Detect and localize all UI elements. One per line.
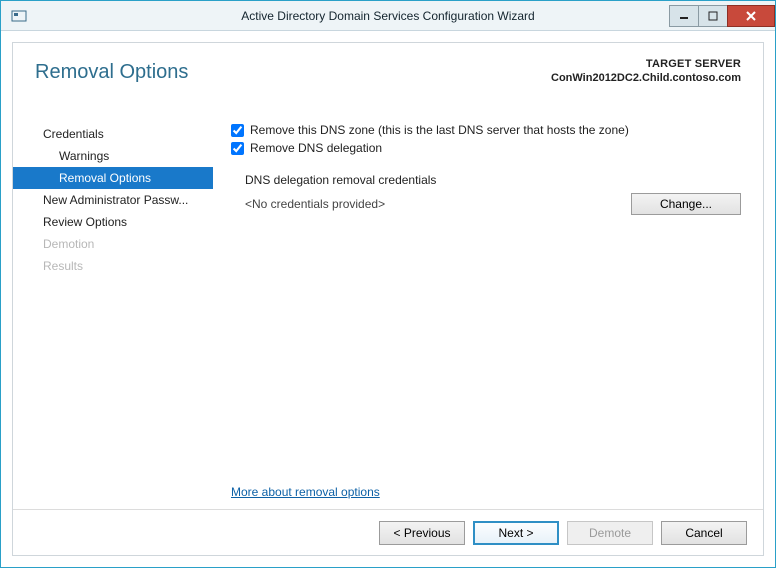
- more-about-link[interactable]: More about removal options: [231, 485, 380, 499]
- remove-dns-zone-checkbox[interactable]: [231, 124, 244, 137]
- next-button[interactable]: Next >: [473, 521, 559, 545]
- maximize-button[interactable]: [698, 5, 728, 27]
- target-server: TARGET SERVER ConWin2012DC2.Child.contos…: [551, 57, 741, 85]
- nav-new-admin-password[interactable]: New Administrator Passw...: [13, 189, 213, 211]
- close-button[interactable]: [727, 5, 775, 27]
- wizard-card: Removal Options TARGET SERVER ConWin2012…: [12, 42, 764, 556]
- minimize-button[interactable]: [669, 5, 699, 27]
- window-buttons: [670, 5, 775, 27]
- credentials-text: <No credentials provided>: [245, 197, 619, 211]
- nav-removal-options[interactable]: Removal Options: [13, 167, 213, 189]
- titlebar: Active Directory Domain Services Configu…: [1, 1, 775, 31]
- delegation-credentials-row: <No credentials provided> Change...: [245, 193, 741, 215]
- sidebar: Credentials Warnings Removal Options New…: [13, 115, 213, 509]
- window-title: Active Directory Domain Services Configu…: [1, 9, 775, 23]
- nav-demotion: Demotion: [13, 233, 213, 255]
- remove-dns-delegation-label: Remove DNS delegation: [250, 141, 382, 155]
- remove-dns-delegation-row[interactable]: Remove DNS delegation: [231, 139, 741, 157]
- header: Removal Options TARGET SERVER ConWin2012…: [13, 43, 763, 115]
- remove-dns-zone-label: Remove this DNS zone (this is the last D…: [250, 123, 629, 137]
- cancel-button[interactable]: Cancel: [661, 521, 747, 545]
- target-server-host: ConWin2012DC2.Child.contoso.com: [551, 71, 741, 85]
- change-credentials-button[interactable]: Change...: [631, 193, 741, 215]
- nav-results: Results: [13, 255, 213, 277]
- footer: < Previous Next > Demote Cancel: [13, 509, 763, 555]
- target-server-label: TARGET SERVER: [551, 57, 741, 71]
- nav-warnings[interactable]: Warnings: [13, 145, 213, 167]
- remove-dns-zone-row[interactable]: Remove this DNS zone (this is the last D…: [231, 121, 741, 139]
- body: Credentials Warnings Removal Options New…: [13, 115, 763, 509]
- nav-review-options[interactable]: Review Options: [13, 211, 213, 233]
- app-icon: [7, 4, 31, 28]
- previous-button[interactable]: < Previous: [379, 521, 465, 545]
- demote-button: Demote: [567, 521, 653, 545]
- delegation-credentials-heading: DNS delegation removal credentials: [245, 173, 741, 187]
- remove-dns-delegation-checkbox[interactable]: [231, 142, 244, 155]
- content: Remove this DNS zone (this is the last D…: [213, 115, 763, 509]
- nav-credentials[interactable]: Credentials: [13, 123, 213, 145]
